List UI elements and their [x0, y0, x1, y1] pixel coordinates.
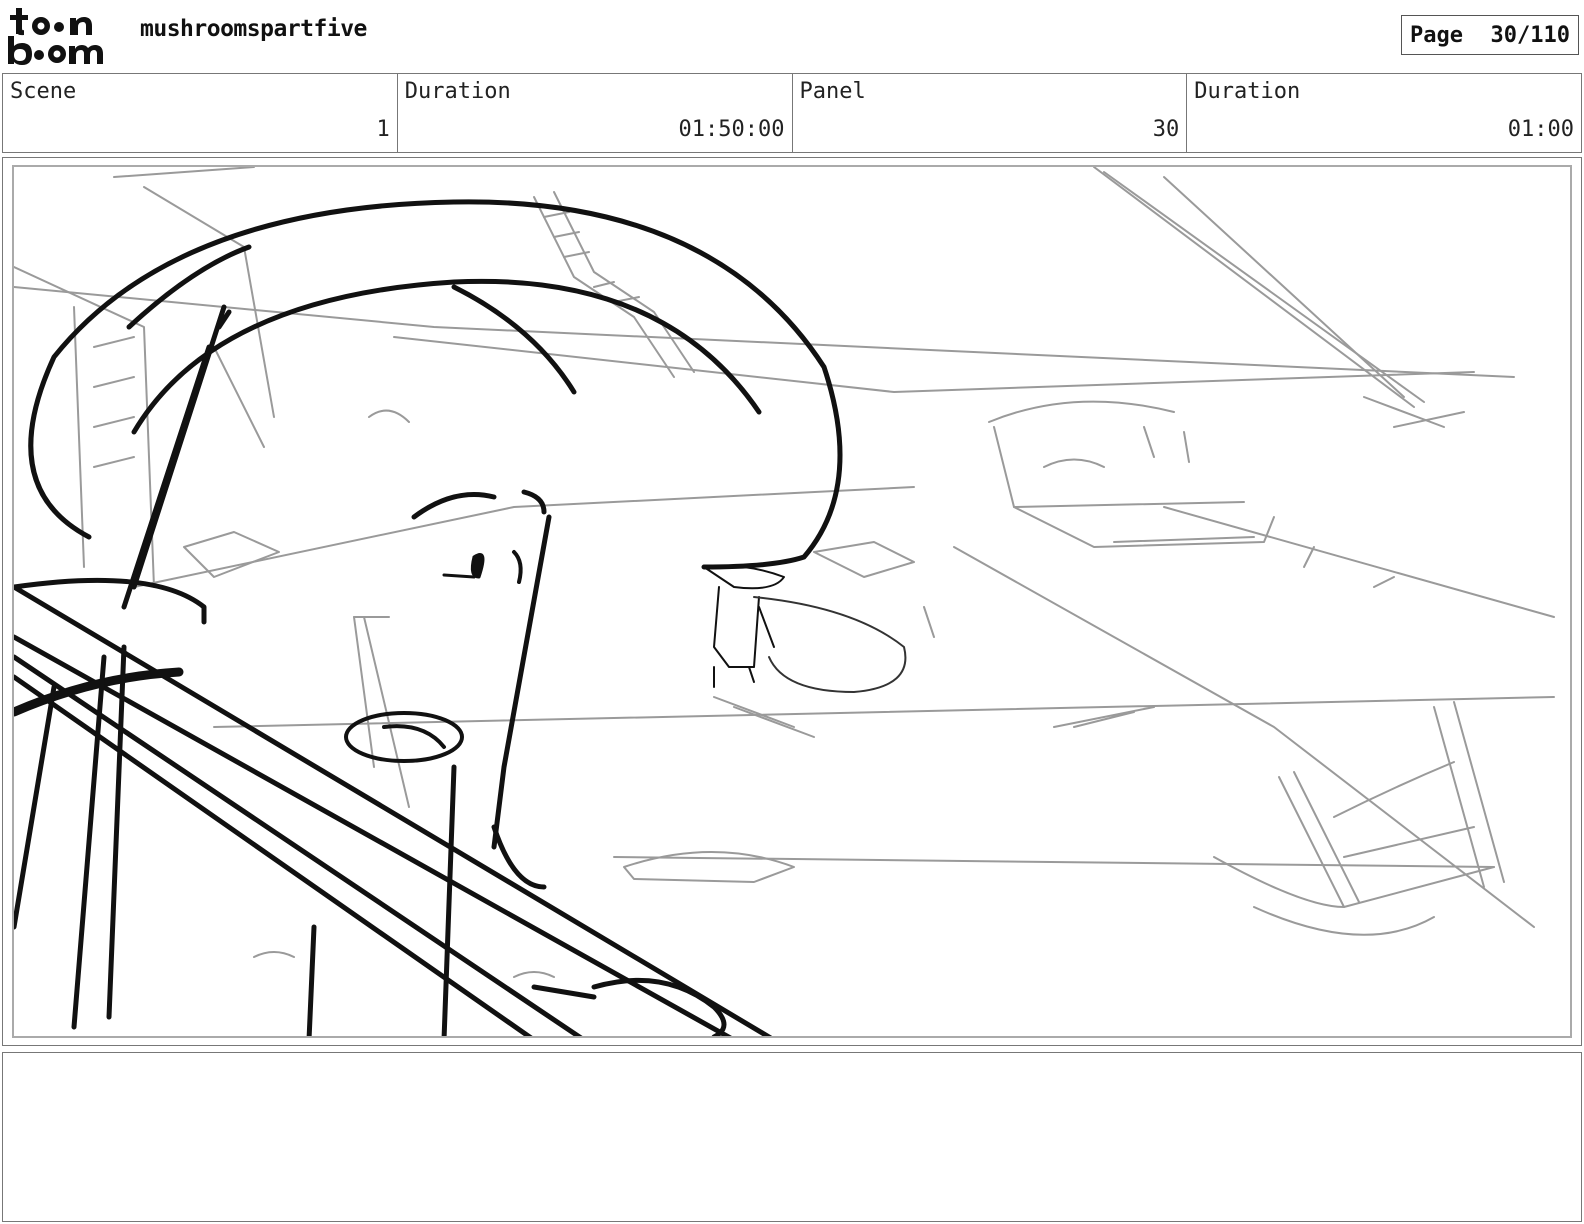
panel-duration-label: Duration: [1194, 79, 1301, 104]
scene-info-row: Scene 1 Duration 01:50:00 Panel 30 Durat…: [2, 73, 1582, 153]
panel-duration-cell: Duration 01:00: [1187, 74, 1581, 152]
mushroom-cap-sketch: [753, 596, 907, 693]
page-indicator: Page 30/110: [1401, 15, 1579, 55]
panel-notes-box: [2, 1052, 1582, 1222]
small-character-sketch: [703, 564, 785, 688]
scene-duration-cell: Duration 01:50:00: [398, 74, 793, 152]
page-number: 30/110: [1490, 22, 1570, 48]
page-label: Page: [1410, 22, 1463, 48]
panel-duration-value: 01:00: [1507, 117, 1574, 142]
scene-label: Scene: [10, 79, 77, 104]
storyboard-panel: [2, 157, 1582, 1046]
scene-cell: Scene 1: [3, 74, 398, 152]
storyboard-sketch: [14, 167, 1555, 1036]
panel-label: Panel: [799, 79, 866, 104]
panel-drawing-area: [12, 165, 1572, 1038]
panel-value: 30: [1152, 117, 1180, 142]
project-title: mushroomspartfive: [140, 16, 367, 42]
background-rough-sketch: [14, 167, 1555, 978]
panel-cell: Panel 30: [793, 74, 1188, 152]
scene-duration-label: Duration: [404, 79, 511, 104]
scene-value: 1: [376, 117, 390, 142]
page-header: mushroomspartfive Page 30/110: [0, 0, 1584, 72]
scene-duration-value: 01:50:00: [678, 117, 785, 142]
toon-boom-logo: [8, 8, 103, 65]
